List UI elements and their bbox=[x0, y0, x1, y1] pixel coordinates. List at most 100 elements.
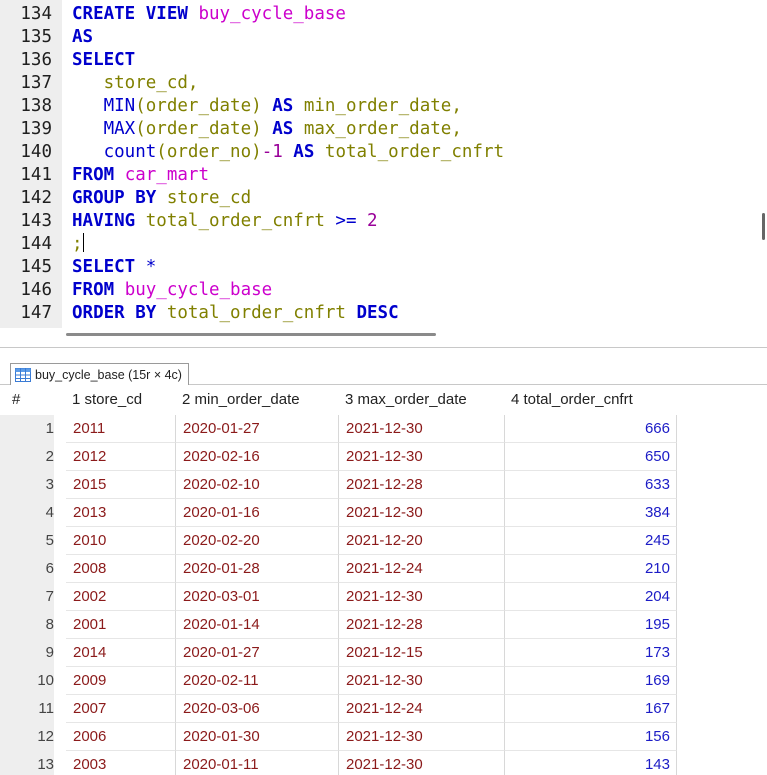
store-cd-cell[interactable]: 2011 bbox=[66, 415, 176, 443]
max-order-date-cell[interactable]: 2021-12-30 bbox=[339, 415, 505, 443]
table-row[interactable]: 8 2001 2020-01-14 2021-12-28 195 bbox=[0, 611, 767, 639]
total-order-cnfrt-cell[interactable]: 245 bbox=[505, 527, 677, 555]
code-line[interactable]: 142 GROUP BY store_cd bbox=[0, 187, 754, 210]
min-order-date-cell[interactable]: 2020-01-28 bbox=[176, 555, 339, 583]
total-order-cnfrt-cell[interactable]: 167 bbox=[505, 695, 677, 723]
row-number[interactable]: 8 bbox=[0, 611, 54, 639]
result-tab[interactable]: buy_cycle_base (15r × 4c) bbox=[10, 363, 189, 385]
code-line[interactable]: 143 HAVING total_order_cnfrt >= 2 bbox=[0, 210, 754, 233]
min-order-date-cell[interactable]: 2020-03-01 bbox=[176, 583, 339, 611]
code-line[interactable]: 141 FROM car_mart bbox=[0, 164, 754, 187]
code-line[interactable]: 144; bbox=[0, 233, 754, 256]
row-number[interactable]: 2 bbox=[0, 443, 54, 471]
store-cd-cell[interactable]: 2014 bbox=[66, 639, 176, 667]
store-cd-cell[interactable]: 2008 bbox=[66, 555, 176, 583]
table-row[interactable]: 5 2010 2020-02-20 2021-12-20 245 bbox=[0, 527, 767, 555]
row-number[interactable]: 1 bbox=[0, 415, 54, 443]
store-cd-cell[interactable]: 2002 bbox=[66, 583, 176, 611]
store-cd-cell[interactable]: 2003 bbox=[66, 751, 176, 775]
table-row[interactable]: 12 2006 2020-01-30 2021-12-30 156 bbox=[0, 723, 767, 751]
table-row[interactable]: 2 2012 2020-02-16 2021-12-30 650 bbox=[0, 443, 767, 471]
row-number[interactable]: 10 bbox=[0, 667, 54, 695]
table-row[interactable]: 10 2009 2020-02-11 2021-12-30 169 bbox=[0, 667, 767, 695]
max-order-date-cell[interactable]: 2021-12-28 bbox=[339, 611, 505, 639]
min-order-date-cell[interactable]: 2020-02-11 bbox=[176, 667, 339, 695]
store-cd-cell[interactable]: 2001 bbox=[66, 611, 176, 639]
min-order-date-cell[interactable]: 2020-02-16 bbox=[176, 443, 339, 471]
max-order-date-cell[interactable]: 2021-12-15 bbox=[339, 639, 505, 667]
max-order-date-cell[interactable]: 2021-12-30 bbox=[339, 723, 505, 751]
row-number[interactable]: 5 bbox=[0, 527, 54, 555]
table-row[interactable]: 13 2003 2020-01-11 2021-12-30 143 bbox=[0, 751, 767, 775]
total-order-cnfrt-cell[interactable]: 204 bbox=[505, 583, 677, 611]
code-line[interactable]: 136 SELECT bbox=[0, 49, 754, 72]
table-row[interactable]: 4 2013 2020-01-16 2021-12-30 384 bbox=[0, 499, 767, 527]
store-cd-cell[interactable]: 2006 bbox=[66, 723, 176, 751]
max-order-date-cell[interactable]: 2021-12-30 bbox=[339, 667, 505, 695]
column-header[interactable]: 1 store_cd bbox=[72, 385, 176, 415]
store-cd-cell[interactable]: 2013 bbox=[66, 499, 176, 527]
row-number[interactable]: 11 bbox=[0, 695, 54, 723]
code-line[interactable]: 145 SELECT * bbox=[0, 256, 754, 279]
column-header[interactable]: 4 total_order_cnfrt bbox=[511, 385, 677, 415]
table-row[interactable]: 1 2011 2020-01-27 2021-12-30 666 bbox=[0, 415, 767, 443]
max-order-date-cell[interactable]: 2021-12-24 bbox=[339, 695, 505, 723]
max-order-date-cell[interactable]: 2021-12-30 bbox=[339, 443, 505, 471]
code-line[interactable]: 134 CREATE VIEW buy_cycle_base bbox=[0, 3, 754, 26]
table-row[interactable]: 3 2015 2020-02-10 2021-12-28 633 bbox=[0, 471, 767, 499]
row-number[interactable]: 3 bbox=[0, 471, 54, 499]
total-order-cnfrt-cell[interactable]: 666 bbox=[505, 415, 677, 443]
table-row[interactable]: 11 2007 2020-03-06 2021-12-24 167 bbox=[0, 695, 767, 723]
column-header[interactable]: 3 max_order_date bbox=[345, 385, 505, 415]
min-order-date-cell[interactable]: 2020-01-27 bbox=[176, 415, 339, 443]
store-cd-cell[interactable]: 2012 bbox=[66, 443, 176, 471]
min-order-date-cell[interactable]: 2020-01-11 bbox=[176, 751, 339, 775]
column-header[interactable]: 2 min_order_date bbox=[182, 385, 339, 415]
total-order-cnfrt-cell[interactable]: 650 bbox=[505, 443, 677, 471]
total-order-cnfrt-cell[interactable]: 143 bbox=[505, 751, 677, 775]
max-order-date-cell[interactable]: 2021-12-28 bbox=[339, 471, 505, 499]
total-order-cnfrt-cell[interactable]: 633 bbox=[505, 471, 677, 499]
total-order-cnfrt-cell[interactable]: 384 bbox=[505, 499, 677, 527]
min-order-date-cell[interactable]: 2020-02-20 bbox=[176, 527, 339, 555]
max-order-date-cell[interactable]: 2021-12-24 bbox=[339, 555, 505, 583]
min-order-date-cell[interactable]: 2020-01-27 bbox=[176, 639, 339, 667]
row-number[interactable]: 4 bbox=[0, 499, 54, 527]
vertical-scrollbar[interactable] bbox=[762, 213, 765, 240]
max-order-date-cell[interactable]: 2021-12-30 bbox=[339, 751, 505, 775]
row-number[interactable]: 13 bbox=[0, 751, 54, 775]
min-order-date-cell[interactable]: 2020-02-10 bbox=[176, 471, 339, 499]
store-cd-cell[interactable]: 2010 bbox=[66, 527, 176, 555]
min-order-date-cell[interactable]: 2020-01-14 bbox=[176, 611, 339, 639]
min-order-date-cell[interactable]: 2020-01-16 bbox=[176, 499, 339, 527]
max-order-date-cell[interactable]: 2021-12-30 bbox=[339, 583, 505, 611]
header-rownum[interactable]: # bbox=[12, 385, 52, 415]
row-number[interactable]: 7 bbox=[0, 583, 54, 611]
total-order-cnfrt-cell[interactable]: 195 bbox=[505, 611, 677, 639]
store-cd-cell[interactable]: 2009 bbox=[66, 667, 176, 695]
total-order-cnfrt-cell[interactable]: 156 bbox=[505, 723, 677, 751]
total-order-cnfrt-cell[interactable]: 173 bbox=[505, 639, 677, 667]
store-cd-cell[interactable]: 2015 bbox=[66, 471, 176, 499]
code-line[interactable]: 139 MAX(order_date) AS max_order_date, bbox=[0, 118, 754, 141]
table-row[interactable]: 9 2014 2020-01-27 2021-12-15 173 bbox=[0, 639, 767, 667]
total-order-cnfrt-cell[interactable]: 169 bbox=[505, 667, 677, 695]
code-line[interactable]: 138 MIN(order_date) AS min_order_date, bbox=[0, 95, 754, 118]
row-number[interactable]: 12 bbox=[0, 723, 54, 751]
sql-editor[interactable]: 134 CREATE VIEW buy_cycle_base 135 AS 136 SEL… bbox=[0, 0, 767, 348]
code-line[interactable]: 147 ORDER BY total_order_cnfrt DESC bbox=[0, 302, 754, 325]
horizontal-scrollbar[interactable] bbox=[66, 333, 436, 336]
store-cd-cell[interactable]: 2007 bbox=[66, 695, 176, 723]
min-order-date-cell[interactable]: 2020-03-06 bbox=[176, 695, 339, 723]
row-number[interactable]: 9 bbox=[0, 639, 54, 667]
code-line[interactable]: 135 AS bbox=[0, 26, 754, 49]
table-row[interactable]: 6 2008 2020-01-28 2021-12-24 210 bbox=[0, 555, 767, 583]
max-order-date-cell[interactable]: 2021-12-20 bbox=[339, 527, 505, 555]
max-order-date-cell[interactable]: 2021-12-30 bbox=[339, 499, 505, 527]
code-line[interactable]: 140 count(order_no)-1 AS total_order_cnf… bbox=[0, 141, 754, 164]
result-grid[interactable]: #1 store_cd 2 min_order_date 3 max_order_d… bbox=[0, 385, 767, 775]
code-line[interactable]: 146 FROM buy_cycle_base bbox=[0, 279, 754, 302]
table-row[interactable]: 7 2002 2020-03-01 2021-12-30 204 bbox=[0, 583, 767, 611]
total-order-cnfrt-cell[interactable]: 210 bbox=[505, 555, 677, 583]
code-line[interactable]: 137 store_cd, bbox=[0, 72, 754, 95]
